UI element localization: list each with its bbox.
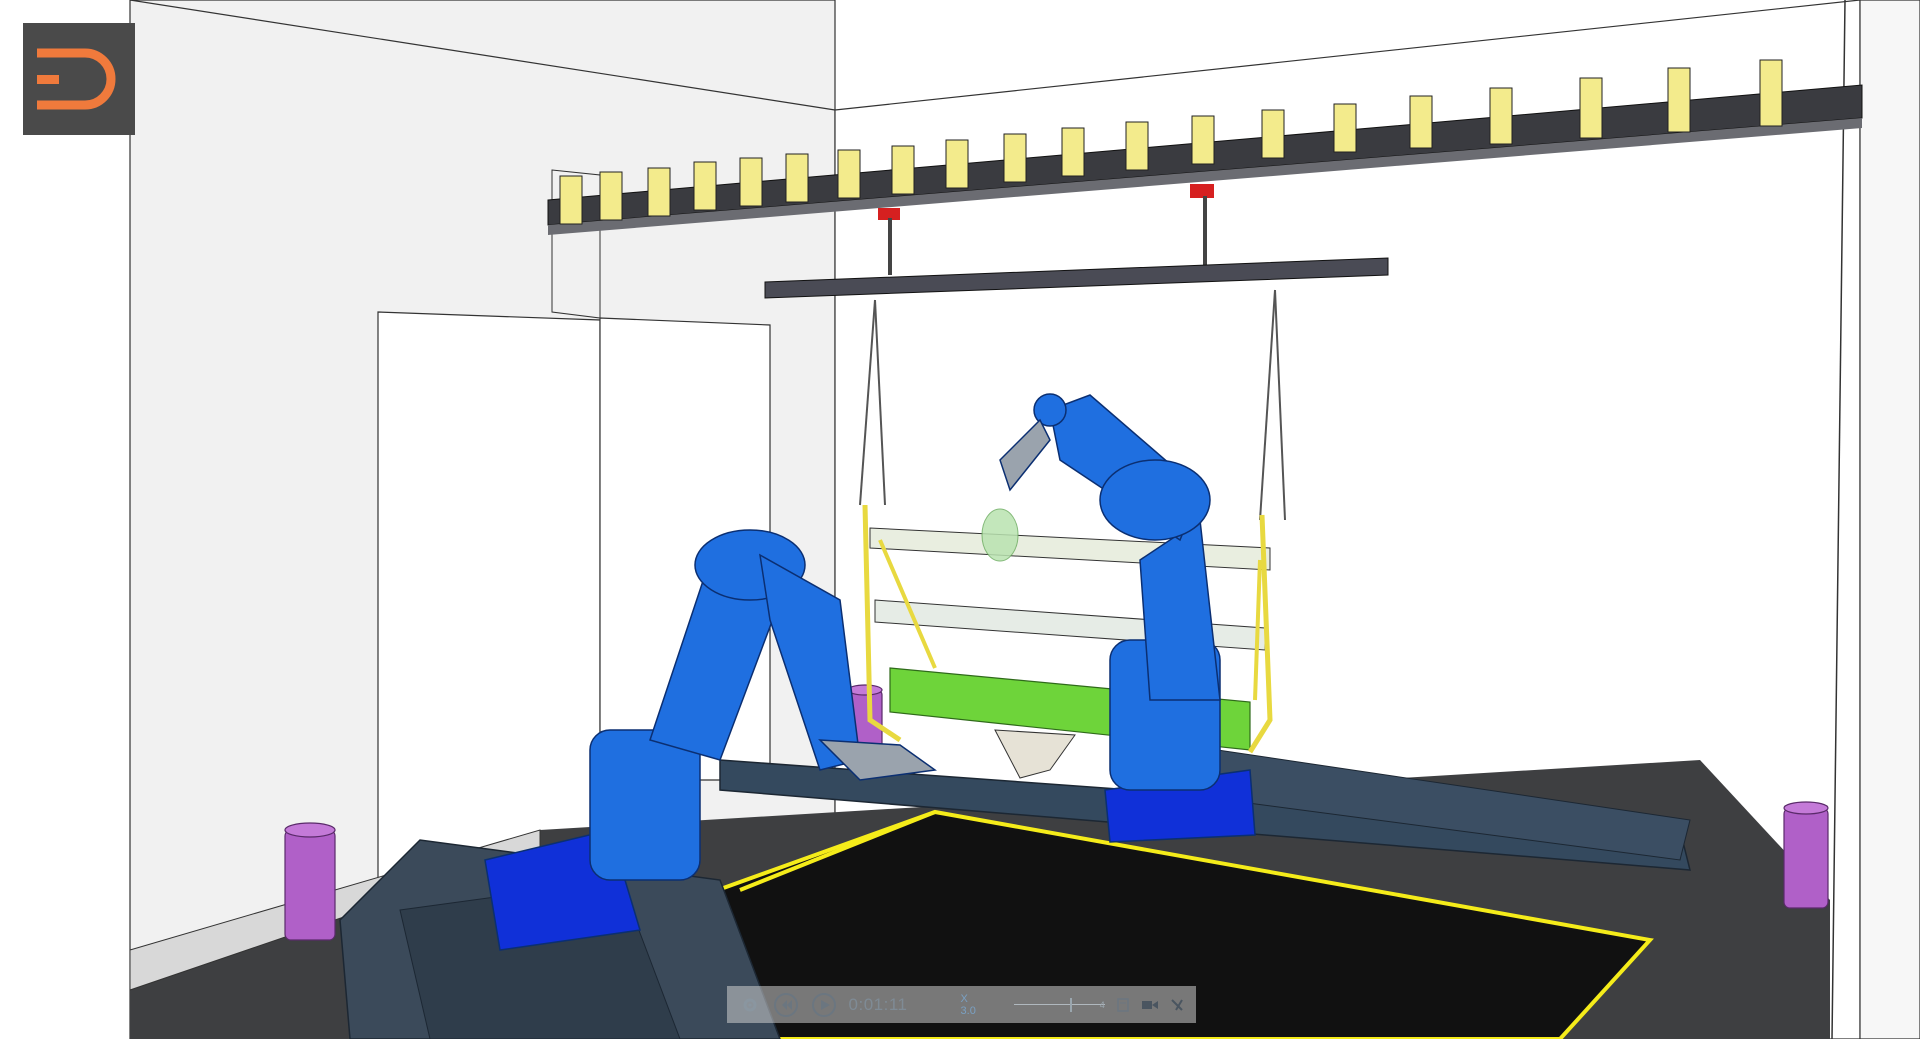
slider-end-label: 4 bbox=[1099, 999, 1105, 1010]
3d-viewport[interactable] bbox=[0, 0, 1920, 1039]
video-camera-icon[interactable] bbox=[1142, 997, 1158, 1013]
speed-slider[interactable]: 4 bbox=[1013, 997, 1105, 1012]
share-icon[interactable] bbox=[1170, 997, 1184, 1013]
dassault-d-logo-icon bbox=[23, 23, 135, 135]
drum-right bbox=[1783, 801, 1829, 909]
play-icon[interactable] bbox=[811, 992, 837, 1018]
skip-back-icon[interactable] bbox=[773, 992, 799, 1018]
spray-cone bbox=[981, 508, 1019, 562]
speed-slider-knob[interactable] bbox=[1069, 997, 1072, 1012]
playback-time: 0:01:11 bbox=[848, 994, 908, 1014]
playback-speed[interactable]: X 3.0 bbox=[961, 993, 982, 1017]
playback-controls: 0:01:11 X 3.0 4 bbox=[727, 986, 1196, 1023]
pdf-export-icon[interactable] bbox=[1117, 997, 1130, 1013]
right-wall bbox=[1859, 0, 1920, 1039]
gear-icon[interactable] bbox=[739, 992, 761, 1018]
drum-left bbox=[284, 822, 336, 941]
